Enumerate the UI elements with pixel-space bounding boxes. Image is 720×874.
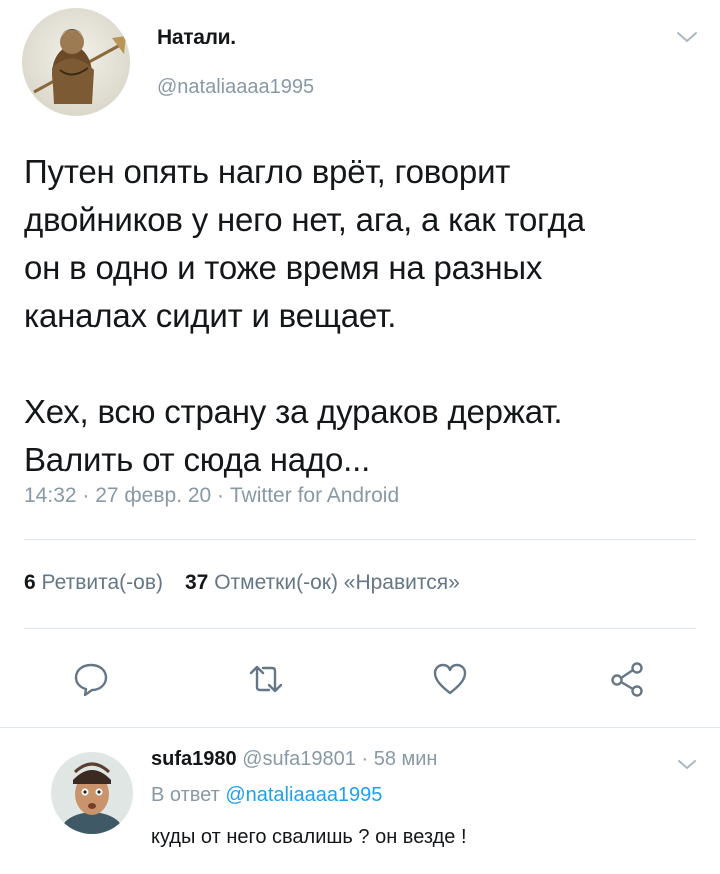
retweet-count: 6: [24, 571, 36, 594]
tweet-timestamp-source[interactable]: 14:32 · 27 февр. 20 · Twitter for Androi…: [24, 484, 399, 508]
tweet-stats: 6 Ретвита(-ов) 37 Отметки(-ок) «Нравится»: [24, 571, 460, 595]
chevron-down-icon[interactable]: [677, 758, 697, 771]
share-button[interactable]: [608, 660, 646, 698]
reply-author-name[interactable]: sufa1980: [151, 748, 237, 770]
like-stat[interactable]: 37 Отметки(-ок) «Нравится»: [185, 571, 460, 594]
author-display-name[interactable]: Натали.: [157, 26, 236, 50]
retweet-button[interactable]: [247, 660, 285, 698]
like-button[interactable]: [431, 660, 469, 698]
tweet-text: Путен опять нагло врёт, говорит двойнико…: [24, 153, 585, 478]
share-icon: [611, 662, 643, 697]
reply-time: · 58 мин: [361, 748, 438, 770]
reply-button[interactable]: [72, 660, 110, 698]
in-reply-to-mention[interactable]: @nataliaaaa1995: [225, 784, 382, 806]
reply-author-avatar[interactable]: [51, 752, 133, 834]
divider: [24, 628, 696, 629]
divider: [24, 539, 696, 540]
reply-text: куды от него свалишь ? он везде !: [151, 826, 467, 848]
chevron-down-icon[interactable]: [676, 30, 698, 44]
reply-header: sufa1980 @sufa19801 · 58 мин: [151, 748, 437, 771]
like-icon: [433, 663, 467, 695]
author-handle[interactable]: @nataliaaaa1995: [157, 76, 314, 99]
retweet-stat[interactable]: 6 Ретвита(-ов): [24, 571, 163, 594]
author-avatar[interactable]: [22, 8, 130, 116]
like-label: Отметки(-ок) «Нравится»: [214, 571, 460, 594]
retweet-icon: [249, 665, 283, 693]
main-tweet: Натали. @nataliaaaa1995 Путен опять нагл…: [0, 0, 720, 727]
reply-icon: [74, 663, 108, 697]
retweet-label: Ретвита(-ов): [41, 571, 163, 594]
avatar-image: [51, 752, 133, 834]
like-count: 37: [184, 571, 209, 594]
reply-tweet[interactable]: sufa1980 @sufa19801 · 58 мин В ответ @na…: [0, 728, 720, 874]
in-reply-to-prefix: В ответ: [151, 784, 220, 806]
avatar-image: [22, 8, 130, 116]
in-reply-to: В ответ @nataliaaaa1995: [151, 784, 382, 807]
reply-author-handle[interactable]: @sufa19801: [242, 748, 356, 770]
